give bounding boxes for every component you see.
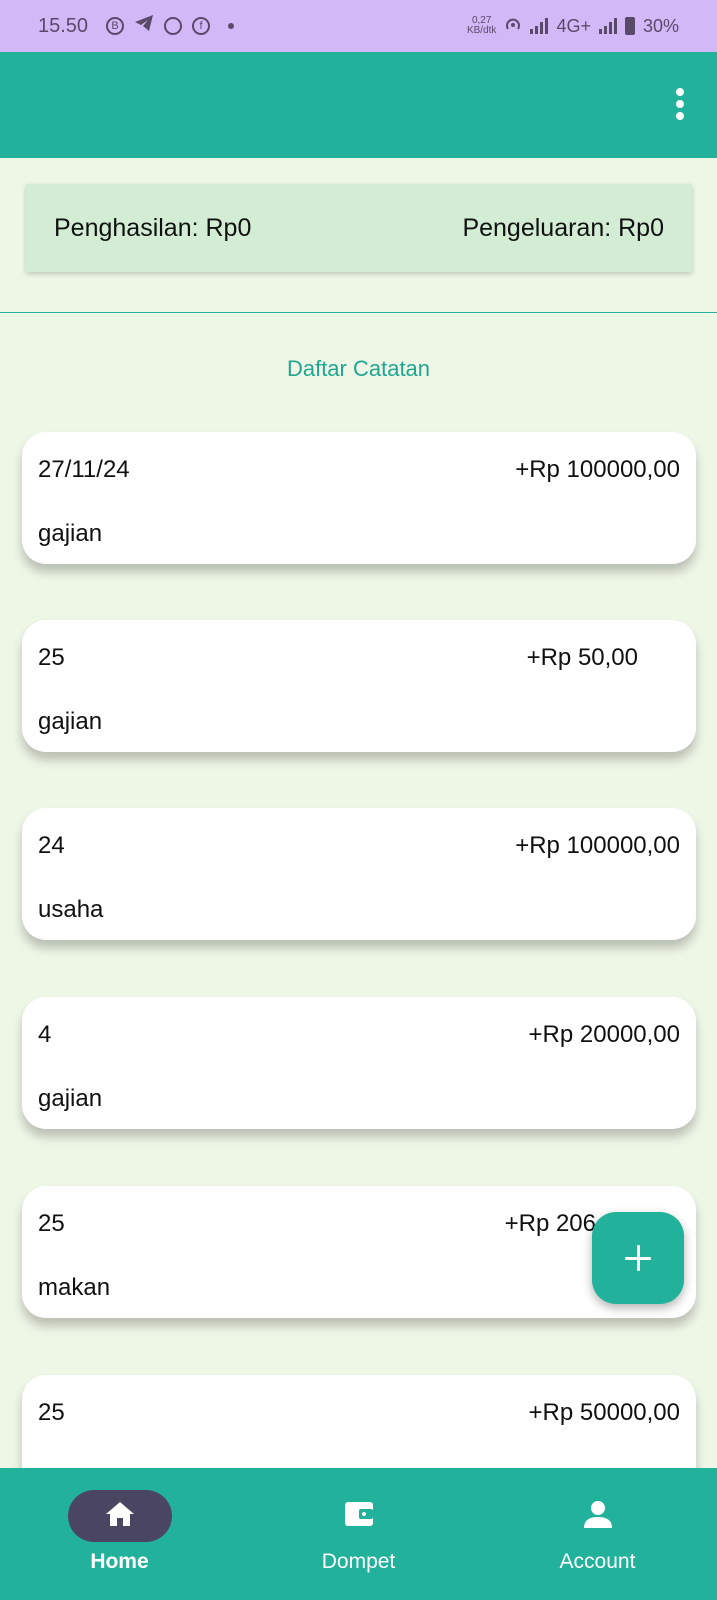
hotspot-icon	[504, 15, 522, 38]
record-amount: +Rp 20000,00	[528, 1021, 680, 1048]
bottom-navigation: Home Dompet Account	[0, 1468, 717, 1600]
home-icon	[105, 1500, 135, 1533]
network-type: 4G+	[556, 15, 591, 36]
income-summary: Penghasilan: Rp0	[54, 213, 252, 242]
more-notifications-dot	[228, 23, 235, 29]
record-date: 25	[38, 644, 65, 671]
network-speed-unit: KB/dtk	[466, 25, 497, 36]
plus-icon	[625, 1245, 651, 1271]
record-date: 4	[38, 1021, 52, 1048]
menu-dot-icon	[676, 88, 684, 96]
expense-summary: Pengeluaran: Rp0	[462, 213, 664, 242]
nav-home-indicator	[67, 1490, 172, 1542]
app-bar	[0, 52, 717, 158]
record-card[interactable]: 25 +Rp 50,00 gajian	[22, 620, 696, 752]
nav-wallet-indicator	[307, 1490, 411, 1542]
record-category: gajian	[38, 708, 103, 735]
divider	[0, 312, 717, 313]
record-amount: +Rp 100000,00	[515, 832, 680, 859]
record-card[interactable]: 27/11/24 +Rp 100000,00 gajian	[22, 432, 696, 564]
record-date: 24	[38, 832, 65, 859]
summary-card: Penghasilan: Rp0 Pengeluaran: Rp0	[26, 184, 692, 272]
signal-icon	[530, 18, 549, 34]
network-speed: 0,27 KB/dtk	[467, 16, 496, 36]
record-date: 27/11/24	[38, 456, 130, 483]
person-icon	[583, 1499, 613, 1534]
menu-dot-icon	[676, 112, 684, 120]
telegram-icon	[134, 14, 154, 38]
overflow-menu-button[interactable]	[673, 88, 687, 120]
b-app-icon: B	[106, 17, 125, 35]
wallet-icon	[344, 1499, 374, 1534]
nav-home-label: Home	[90, 1550, 149, 1573]
record-card[interactable]: 24 +Rp 100000,00 usaha	[22, 808, 696, 940]
record-category: usaha	[38, 896, 104, 923]
record-category: gajian	[38, 520, 103, 547]
nav-home[interactable]: Home	[0, 1468, 239, 1600]
record-amount: +Rp 50000,00	[528, 1399, 680, 1426]
record-date: 25	[38, 1399, 65, 1426]
app-notification-icon	[164, 17, 183, 35]
nav-wallet-label: Dompet	[321, 1550, 396, 1573]
record-category: gajian	[38, 1085, 103, 1112]
nav-account-indicator	[546, 1490, 650, 1542]
record-amount: +Rp 100000,00	[515, 456, 680, 483]
record-amount: +Rp 206	[504, 1210, 596, 1237]
record-amount: +Rp 50,00	[526, 644, 638, 671]
menu-dot-icon	[676, 100, 684, 108]
nav-wallet[interactable]: Dompet	[239, 1468, 478, 1600]
battery-icon	[624, 17, 635, 35]
status-time: 15.50	[38, 14, 89, 37]
record-card[interactable]: 4 +Rp 20000,00 gajian	[22, 997, 696, 1129]
nav-account-label: Account	[559, 1550, 636, 1573]
signal-2-icon	[598, 18, 617, 34]
facebook-icon: f	[192, 17, 211, 35]
nav-account[interactable]: Account	[478, 1468, 717, 1600]
status-bar: 15.50 B f 0,27 KB/dtk 4G+ 30%	[0, 0, 717, 52]
record-date: 25	[38, 1210, 65, 1237]
battery-level: 30%	[642, 15, 679, 36]
record-category: makan	[38, 1274, 111, 1301]
add-record-button[interactable]	[592, 1212, 684, 1304]
list-title: Daftar Catatan	[286, 356, 431, 381]
